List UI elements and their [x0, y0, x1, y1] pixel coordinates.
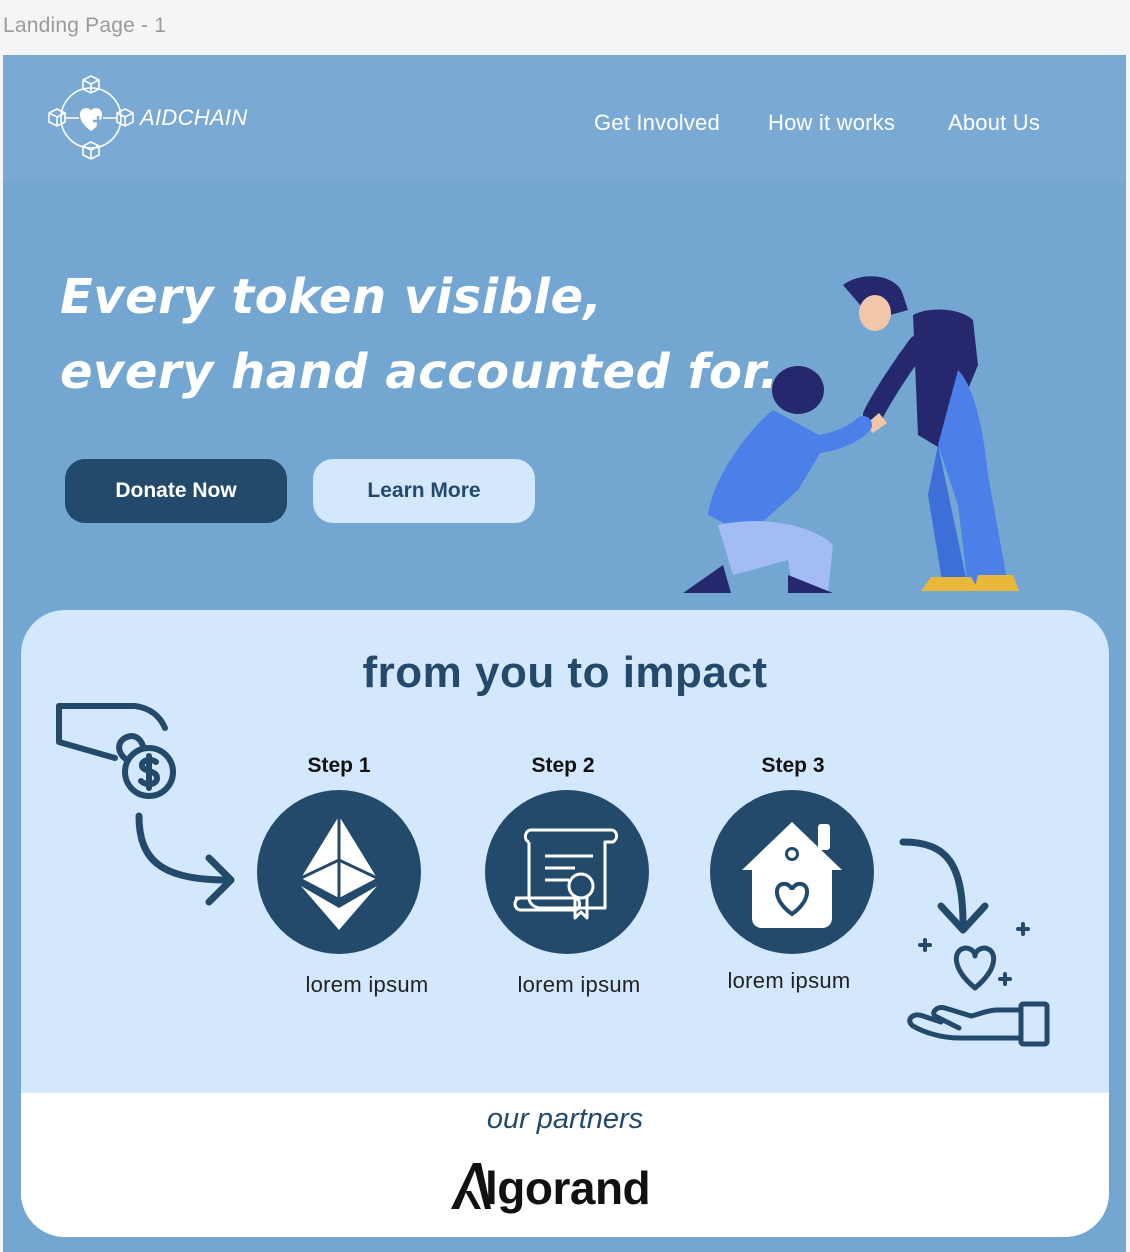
- step-1-label: Step 1: [307, 754, 371, 777]
- impact-section: from you to impact Step 1 lorem ipsum St…: [21, 610, 1109, 1237]
- step-2-caption: lorem ipsum: [517, 972, 641, 997]
- helping-hand-illustration: [683, 276, 1019, 593]
- step-3-circle[interactable]: [710, 790, 874, 954]
- logo-text[interactable]: AIDCHAIN: [140, 105, 248, 131]
- hand-coin-icon: [56, 703, 176, 799]
- curved-arrow-icon: [135, 812, 235, 906]
- nav-about-us[interactable]: About Us: [948, 110, 1040, 136]
- step-2-circle[interactable]: [485, 790, 649, 954]
- impact-title: from you to impact: [362, 648, 768, 697]
- step-3-label: Step 3: [761, 754, 825, 777]
- frame-label: Landing Page - 1: [3, 14, 167, 37]
- partner-name[interactable]: lgorand: [485, 1161, 651, 1215]
- step-1-caption: lorem ipsum: [305, 972, 429, 997]
- donate-now-button[interactable]: Donate Now: [65, 459, 287, 523]
- ethereum-icon: [300, 816, 378, 930]
- partners-title: our partners: [486, 1103, 644, 1135]
- step-3-caption: lorem ipsum: [727, 968, 851, 993]
- house-heart-icon: [742, 822, 842, 928]
- certificate-icon: [513, 828, 619, 920]
- nav-how-it-works[interactable]: How it works: [768, 110, 895, 136]
- step-1-circle[interactable]: [257, 790, 421, 954]
- logo-icon[interactable]: [47, 72, 135, 163]
- hand-heart-icon: [907, 922, 1050, 1047]
- step-2-label: Step 2: [531, 754, 595, 777]
- partners-section: our partners lgorand: [21, 1093, 1109, 1237]
- navbar: AIDCHAIN Get Involved How it works About…: [3, 55, 1126, 181]
- landing-page-frame: AIDCHAIN Get Involved How it works About…: [3, 55, 1126, 1252]
- nav-get-involved[interactable]: Get Involved: [594, 110, 720, 136]
- learn-more-button[interactable]: Learn More: [313, 459, 535, 523]
